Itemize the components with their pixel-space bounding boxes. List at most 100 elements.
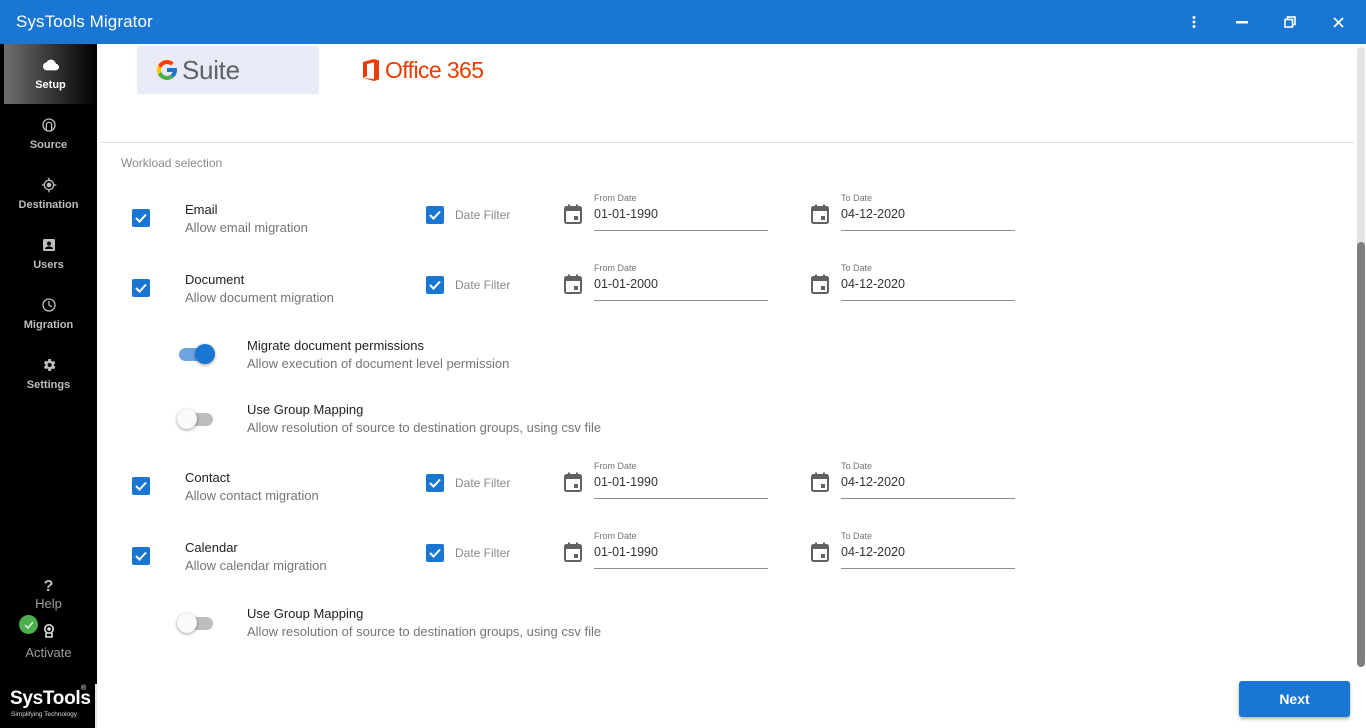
google-g-icon: [157, 60, 177, 80]
from-date-value: 01-01-1990: [594, 207, 658, 221]
sidebar-item-users[interactable]: Users: [0, 224, 97, 284]
sidebar-item-migration[interactable]: Migration: [0, 284, 97, 344]
document-group-mapping-subtitle: Allow resolution of source to destinatio…: [247, 420, 602, 435]
document-permissions-subtitle: Allow execution of document level permis…: [247, 356, 510, 371]
from-date-value: 01-01-1990: [594, 545, 658, 559]
document-group-mapping-toggle[interactable]: [177, 409, 213, 429]
award-icon: [43, 624, 54, 638]
restore-button[interactable]: [1278, 10, 1302, 34]
document-checkbox[interactable]: [132, 279, 150, 297]
contact-to-date-input[interactable]: To Date 04-12-2020: [841, 461, 1015, 499]
calendar-icon[interactable]: [811, 274, 829, 294]
activate-button[interactable]: Activate: [0, 624, 97, 660]
calendar-subtitle: Allow calendar migration: [185, 558, 327, 573]
sidebar-item-source[interactable]: Source: [0, 104, 97, 164]
contact-subtitle: Allow contact migration: [185, 488, 319, 503]
calendar-icon[interactable]: [564, 472, 582, 492]
check-icon: [135, 551, 147, 561]
gsuite-provider-tab[interactable]: Suite: [137, 46, 319, 94]
from-date-label: From Date: [594, 531, 637, 541]
check-icon: [429, 478, 441, 488]
calendar-icon[interactable]: [811, 204, 829, 224]
title-bar: SysTools Migrator: [0, 0, 1366, 44]
sidebar-item-label: Source: [29, 139, 68, 151]
contact-from-date-input[interactable]: From Date 01-01-1990: [594, 461, 768, 499]
email-from-date-input[interactable]: From Date 01-01-1990: [594, 193, 768, 231]
help-button[interactable]: ? Help: [0, 578, 97, 611]
sidebar-item-label: Users: [33, 259, 64, 271]
gear-icon: [43, 359, 55, 371]
calendar-date-filter-label: Date Filter: [455, 546, 511, 560]
email-to-date-input[interactable]: To Date 04-12-2020: [841, 193, 1015, 231]
calendar-title: Calendar: [185, 540, 238, 555]
restore-icon: [1284, 16, 1296, 28]
to-date-label: To Date: [841, 531, 873, 541]
next-button[interactable]: Next: [1239, 681, 1350, 717]
calendar-icon[interactable]: [811, 472, 829, 492]
systools-logo: SysTools ® Simplifying Technology: [0, 684, 97, 728]
sidebar-item-label: Destination: [18, 199, 79, 211]
document-permissions-title: Migrate document permissions: [247, 338, 425, 353]
sidebar-item-settings[interactable]: Settings: [0, 344, 97, 404]
calendar-to-date-input[interactable]: To Date 04-12-2020: [841, 531, 1015, 569]
more-menu-button[interactable]: [1182, 10, 1206, 34]
calendar-icon[interactable]: [564, 274, 582, 294]
gsuite-label: Suite: [182, 54, 240, 85]
to-date-label: To Date: [841, 193, 873, 203]
minimize-button[interactable]: [1230, 10, 1254, 34]
document-permissions-toggle[interactable]: [177, 344, 215, 364]
from-date-label: From Date: [594, 461, 637, 471]
activate-label: Activate: [25, 645, 72, 660]
more-vert-icon: [1192, 16, 1196, 28]
email-checkbox[interactable]: [132, 209, 150, 227]
calendar-date-filter-checkbox[interactable]: [426, 544, 444, 562]
vertical-scrollbar[interactable]: [1356, 44, 1366, 728]
brand-registered: ®: [81, 685, 87, 692]
sidebar-item-destination[interactable]: Destination: [0, 164, 97, 224]
document-title: Document: [185, 272, 245, 287]
close-button[interactable]: [1326, 10, 1350, 34]
clock-icon: [41, 298, 56, 312]
minimize-icon: [1236, 20, 1248, 23]
workload-section-label: Workload selection: [121, 156, 223, 170]
main-content: Suite Office 365 Workload selection Emai…: [97, 44, 1354, 728]
to-date-value: 04-12-2020: [841, 475, 905, 489]
section-divider: [101, 142, 1354, 143]
email-date-filter-checkbox[interactable]: [426, 206, 444, 224]
sidebar: Setup Source Destination Users Migration…: [0, 44, 97, 728]
office365-provider-tab[interactable]: Office 365: [361, 46, 491, 94]
calendar-checkbox[interactable]: [132, 547, 150, 565]
from-date-value: 01-01-2000: [594, 277, 658, 291]
email-date-filter-label: Date Filter: [455, 208, 511, 222]
email-title: Email: [185, 202, 218, 217]
calendar-group-mapping-title: Use Group Mapping: [247, 606, 364, 621]
calendar-icon[interactable]: [564, 204, 582, 224]
calendar-group-mapping-toggle[interactable]: [177, 613, 213, 633]
check-icon: [135, 213, 147, 223]
calendar-icon[interactable]: [564, 542, 582, 562]
scrollbar-thumb[interactable]: [1357, 242, 1365, 667]
check-icon: [429, 548, 441, 558]
check-icon: [429, 210, 441, 220]
check-icon: [429, 280, 441, 290]
to-date-value: 04-12-2020: [841, 545, 905, 559]
source-icon: [41, 118, 56, 132]
calendar-from-date-input[interactable]: From Date 01-01-1990: [594, 531, 768, 569]
calendar-icon[interactable]: [811, 542, 829, 562]
contact-checkbox[interactable]: [132, 477, 150, 495]
sidebar-item-label: Setup: [35, 79, 66, 91]
target-icon: [41, 177, 56, 193]
app-title: SysTools Migrator: [16, 12, 153, 31]
document-date-filter-checkbox[interactable]: [426, 276, 444, 294]
document-group-mapping-title: Use Group Mapping: [247, 402, 364, 417]
to-date-label: To Date: [841, 263, 873, 273]
to-date-label: To Date: [841, 461, 873, 471]
email-subtitle: Allow email migration: [185, 220, 308, 235]
office365-label: Office 365: [385, 56, 484, 83]
document-to-date-input[interactable]: To Date 04-12-2020: [841, 263, 1015, 301]
document-from-date-input[interactable]: From Date 01-01-2000: [594, 263, 768, 301]
close-icon: [1332, 16, 1344, 28]
sidebar-item-setup[interactable]: Setup: [4, 44, 97, 104]
contact-date-filter-checkbox[interactable]: [426, 474, 444, 492]
cloud-icon: [42, 59, 59, 71]
